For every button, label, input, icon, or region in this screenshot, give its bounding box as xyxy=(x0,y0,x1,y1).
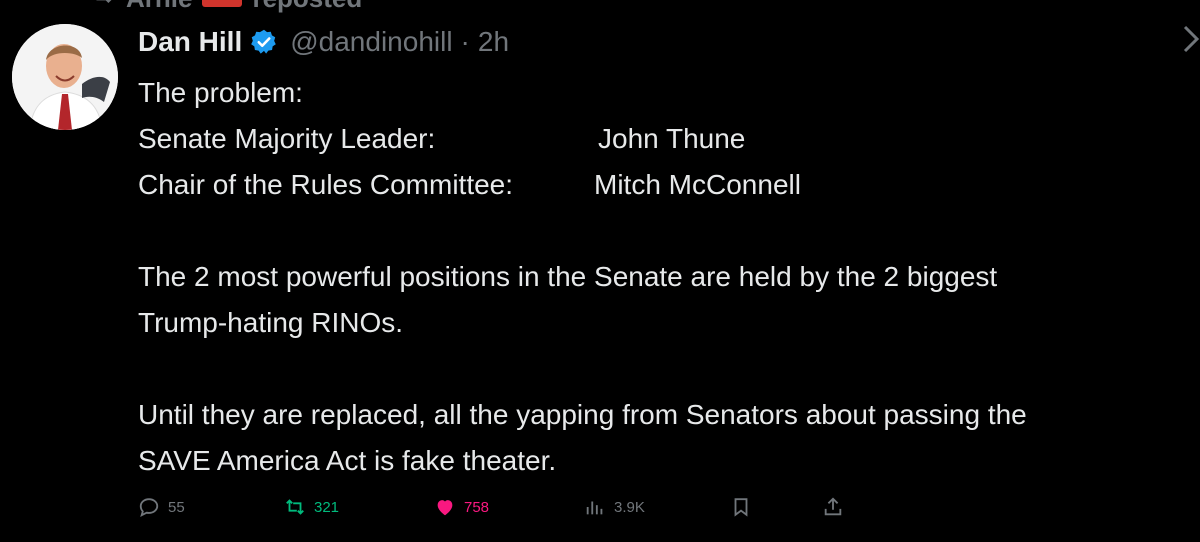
views-button[interactable]: 3.9K xyxy=(584,492,645,522)
heart-icon xyxy=(434,496,456,518)
paragraph-line: SAVE America Act is fake theater. xyxy=(138,445,557,476)
action-bar: 55 321 758 3.9K xyxy=(138,492,858,522)
header-separator: · xyxy=(460,26,470,57)
author-name[interactable]: Dan Hill xyxy=(138,26,242,58)
share-icon xyxy=(822,496,844,518)
verified-icon xyxy=(250,28,278,56)
views-count: 3.9K xyxy=(614,498,645,516)
repost-count: 321 xyxy=(314,498,340,516)
like-button[interactable]: 758 xyxy=(434,492,489,522)
repost-button[interactable]: 321 xyxy=(284,492,339,522)
row-label: Senate Majority Leader: xyxy=(138,123,436,154)
paragraph-line: Trump-hating RINOs. xyxy=(138,307,404,338)
repost-icon xyxy=(90,0,116,15)
chevron-right-icon[interactable] xyxy=(1182,24,1200,54)
row-label: Chair of the Rules Committee: xyxy=(138,169,514,200)
share-button[interactable] xyxy=(822,492,844,522)
retweet-icon xyxy=(284,496,306,518)
tweet-header: Dan Hill @dandinohill · 2h xyxy=(138,22,509,62)
bookmark-icon xyxy=(730,496,752,518)
flag-emoji-icon xyxy=(202,0,243,7)
like-count: 758 xyxy=(464,498,490,516)
paragraph-line: Until they are replaced, all the yapping… xyxy=(138,399,1027,430)
reply-count: 55 xyxy=(168,498,185,516)
intro-line: The problem: xyxy=(138,77,303,108)
paragraph-line: The 2 most powerful positions in the Sen… xyxy=(138,261,998,292)
tweet-timestamp[interactable]: 2h xyxy=(478,26,509,58)
bookmark-button[interactable] xyxy=(730,492,752,522)
repost-banner: Arnie reposted xyxy=(90,0,362,13)
repost-user[interactable]: Arnie xyxy=(126,0,192,14)
avatar[interactable] xyxy=(12,24,118,130)
row-value: Mitch McConnell xyxy=(594,169,801,200)
author-handle[interactable]: @dandinohill xyxy=(290,26,452,58)
reply-icon xyxy=(138,496,160,518)
row-value: John Thune xyxy=(598,123,746,154)
views-icon xyxy=(584,496,606,518)
reply-button[interactable]: 55 xyxy=(138,492,185,522)
repost-label: reposted xyxy=(252,0,362,14)
